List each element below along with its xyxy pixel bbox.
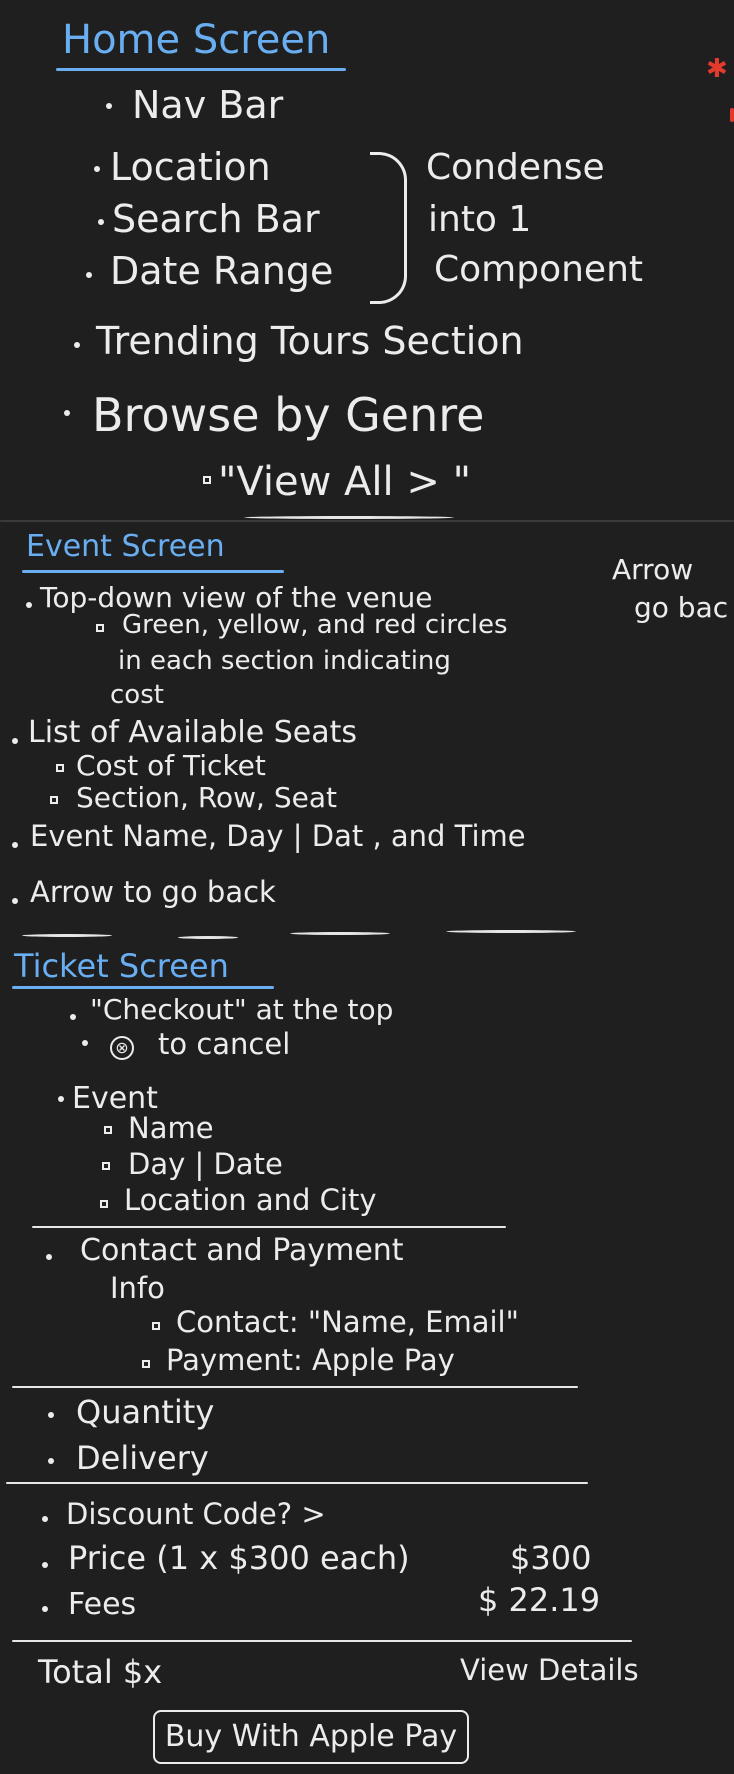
brace-note-line-2: into 1 xyxy=(428,199,532,240)
checkbox-icon xyxy=(104,1126,112,1134)
event-item-name: Event Name, Day | Dat , and Time xyxy=(30,819,526,853)
event-item-venue: Top-down view of the venue xyxy=(40,581,433,614)
view-details-link[interactable]: View Details xyxy=(460,1656,639,1685)
buy-with-apple-pay-button[interactable]: Buy With Apple Pay xyxy=(153,1710,469,1764)
section-divider xyxy=(12,1640,632,1642)
section-divider xyxy=(32,1226,506,1228)
event-screen-title: Event Screen xyxy=(26,529,225,564)
ticket-fees-label: Fees xyxy=(68,1587,137,1622)
home-title-underline xyxy=(56,68,346,71)
bullet xyxy=(42,1562,48,1568)
event-title-underline xyxy=(22,570,284,573)
brace xyxy=(370,152,407,304)
ticket-discount: Discount Code? > xyxy=(66,1497,326,1531)
checkbox-icon xyxy=(102,1162,110,1170)
event-side-note-line-1: Arrow xyxy=(612,553,694,586)
divider-squiggle xyxy=(244,516,454,519)
event-item-cost: Cost of Ticket xyxy=(76,749,266,782)
section-divider xyxy=(6,1482,588,1484)
divider-squiggle xyxy=(178,936,238,939)
event-circles-line-3: cost xyxy=(110,680,164,710)
ticket-fees-value: $ 22.19 xyxy=(478,1581,601,1619)
ticket-contact-title-2: Info xyxy=(110,1271,165,1305)
bullet xyxy=(48,1458,54,1464)
ticket-event-location: Location and City xyxy=(124,1183,377,1217)
home-item-trending-tours: Trending Tours Section xyxy=(96,319,524,363)
ticket-delivery: Delivery xyxy=(76,1439,209,1477)
ticket-event: Event xyxy=(72,1081,158,1116)
star-icon: ✱ xyxy=(706,54,728,84)
ticket-cancel: to cancel xyxy=(158,1027,291,1061)
ticket-event-name: Name xyxy=(128,1111,214,1145)
home-item-nav-bar: Nav Bar xyxy=(132,83,284,127)
home-item-location: Location xyxy=(110,145,271,189)
checkbox-icon xyxy=(50,796,58,804)
ticket-screen-title: Ticket Screen xyxy=(14,947,229,985)
home-screen-title: Home Screen xyxy=(62,17,331,63)
ticket-checkout: "Checkout" at the top xyxy=(90,993,394,1026)
bullet xyxy=(82,1040,88,1046)
event-circles-line-2: in each section indicating xyxy=(118,646,451,676)
bullet xyxy=(94,166,100,172)
ticket-total-label: Total $x xyxy=(38,1653,163,1691)
checkbox-icon xyxy=(56,764,64,772)
checkbox-icon xyxy=(152,1322,160,1330)
bullet xyxy=(12,738,18,744)
brace-note-line-1: Condense xyxy=(426,147,605,188)
checkbox-icon xyxy=(100,1200,108,1208)
event-circles-line-1: Green, yellow, and red circles xyxy=(122,610,508,640)
event-item-seats: List of Available Seats xyxy=(28,715,358,750)
ticket-title-underline xyxy=(12,986,274,989)
section-divider xyxy=(0,520,734,522)
home-view-all: "View All > " xyxy=(218,459,471,505)
bullet xyxy=(48,1412,54,1418)
divider-squiggle xyxy=(290,932,390,935)
bullet xyxy=(42,1606,48,1612)
red-mark xyxy=(730,108,734,122)
section-divider xyxy=(12,1386,578,1388)
bullet xyxy=(98,219,104,225)
ticket-price-value: $300 xyxy=(510,1539,592,1577)
bullet xyxy=(58,1096,64,1102)
bullet xyxy=(70,1014,76,1020)
home-item-date-range: Date Range xyxy=(110,249,334,293)
event-item-arrow: Arrow to go back xyxy=(30,875,276,909)
ticket-payment: Payment: Apple Pay xyxy=(166,1343,455,1377)
divider-squiggle xyxy=(446,930,576,933)
event-item-section: Section, Row, Seat xyxy=(76,781,337,814)
ticket-contact: Contact: "Name, Email" xyxy=(176,1305,519,1339)
event-side-note-line-2: go bac xyxy=(634,591,729,624)
bullet xyxy=(12,898,18,904)
brace-note-line-3: Component xyxy=(434,249,644,290)
ticket-price-label: Price (1 x $300 each) xyxy=(68,1539,410,1577)
bullet xyxy=(86,272,92,278)
divider-squiggle xyxy=(22,934,112,937)
bullet xyxy=(42,1516,48,1522)
checkbox-icon xyxy=(96,624,104,632)
bullet xyxy=(26,602,32,608)
checkbox-icon xyxy=(142,1360,150,1368)
ticket-contact-title-1: Contact and Payment xyxy=(80,1233,404,1268)
ticket-quantity: Quantity xyxy=(76,1393,215,1431)
bullet xyxy=(12,842,18,848)
home-item-search-bar: Search Bar xyxy=(112,197,320,241)
home-item-browse-genre: Browse by Genre xyxy=(92,388,485,442)
bullet xyxy=(64,410,70,416)
checkbox-icon xyxy=(203,476,211,484)
bullet xyxy=(74,342,80,348)
bullet xyxy=(106,103,112,109)
bullet xyxy=(46,1254,52,1260)
ticket-event-date: Day | Date xyxy=(128,1147,283,1181)
cancel-icon: ⊗ xyxy=(110,1036,134,1060)
